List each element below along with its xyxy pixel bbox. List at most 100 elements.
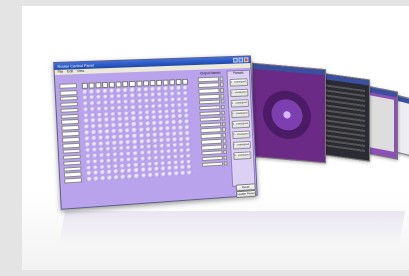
crosspoint-button[interactable]: [172, 148, 179, 154]
crosspoint-button[interactable]: [120, 169, 127, 174]
crosspoint-button[interactable]: [89, 101, 96, 106]
crosspoint-button[interactable]: [91, 135, 98, 141]
crosspoint-button[interactable]: [96, 100, 103, 106]
crosspoint-button[interactable]: [82, 101, 89, 107]
crosspoint-button[interactable]: [182, 91, 189, 96]
crosspoint-button[interactable]: [131, 122, 138, 127]
crosspoint-button[interactable]: [159, 155, 166, 160]
crosspoint-button[interactable]: [89, 95, 96, 100]
crosspoint-button[interactable]: [146, 150, 153, 156]
crosspoint-button[interactable]: [111, 134, 118, 140]
crosspoint-button[interactable]: [184, 125, 191, 130]
crosspoint-button[interactable]: [107, 175, 114, 181]
output-name-field[interactable]: [200, 122, 222, 128]
crosspoint-button[interactable]: [92, 153, 99, 159]
crosspoint-button[interactable]: [160, 166, 167, 172]
crosspoint-button[interactable]: [171, 120, 177, 125]
crosspoint-button[interactable]: [145, 133, 152, 138]
crosspoint-button[interactable]: [157, 115, 164, 120]
crosspoint-button[interactable]: [123, 99, 130, 105]
input-name-field[interactable]: [60, 113, 79, 119]
output-select-button[interactable]: [222, 144, 227, 149]
crosspoint-button[interactable]: [172, 154, 179, 160]
crosspoint-button[interactable]: [118, 140, 125, 146]
crosspoint-button[interactable]: [143, 104, 150, 110]
crosspoint-button[interactable]: [99, 158, 106, 164]
preset-button-1[interactable]: 1 - unassigned -: [229, 78, 248, 87]
crosspoint-button[interactable]: [176, 91, 183, 97]
crosspoint-button[interactable]: [83, 118, 90, 124]
input-name-field[interactable]: [64, 177, 82, 184]
crosspoint-button[interactable]: [179, 165, 186, 171]
output-name-field[interactable]: [199, 110, 221, 117]
crosspoint-button[interactable]: [158, 132, 165, 138]
crosspoint-button[interactable]: [184, 119, 190, 125]
crosspoint-button[interactable]: [144, 121, 151, 127]
preset-button-5[interactable]: 5 - unassigned -: [231, 120, 250, 129]
crosspoint-button[interactable]: [84, 130, 91, 136]
crosspoint-button[interactable]: [171, 125, 178, 131]
crosspoint-button[interactable]: [102, 94, 109, 100]
minimize-icon[interactable]: [233, 57, 238, 63]
crosspoint-button[interactable]: [179, 159, 186, 165]
input-name-field[interactable]: [62, 148, 81, 155]
crosspoint-button[interactable]: [178, 137, 185, 142]
crosspoint-button[interactable]: [140, 167, 147, 173]
crosspoint-button[interactable]: [151, 115, 157, 121]
crosspoint-button[interactable]: [126, 151, 133, 157]
crosspoint-button[interactable]: [119, 157, 126, 163]
crosspoint-button[interactable]: [169, 91, 176, 97]
crosspoint-button[interactable]: [175, 85, 182, 91]
crosspoint-button[interactable]: [163, 92, 169, 97]
crosspoint-button[interactable]: [127, 168, 134, 174]
crosspoint-button[interactable]: [176, 97, 183, 102]
output-name-field[interactable]: [199, 116, 221, 122]
crosspoint-button[interactable]: [164, 120, 171, 126]
input-name-field[interactable]: [63, 166, 82, 172]
crosspoint-button[interactable]: [105, 152, 112, 158]
crosspoint-button[interactable]: [183, 96, 189, 102]
preset-button-6[interactable]: 6 - unassigned -: [232, 130, 251, 140]
crosspoint-button[interactable]: [129, 93, 136, 99]
crosspoint-button[interactable]: [145, 127, 151, 133]
crosspoint-button[interactable]: [186, 170, 193, 176]
input-name-field[interactable]: [61, 131, 80, 137]
crosspoint-button[interactable]: [131, 128, 138, 133]
input-name-field[interactable]: [63, 160, 82, 166]
crosspoint-button[interactable]: [93, 176, 100, 182]
input-name-field[interactable]: [61, 125, 80, 131]
preset-button-3[interactable]: 3 - unassigned -: [230, 99, 249, 108]
crosspoint-button[interactable]: [113, 163, 120, 169]
crosspoint-button[interactable]: [117, 111, 124, 117]
crosspoint-button[interactable]: [112, 152, 119, 158]
crosspoint-button[interactable]: [98, 141, 105, 147]
crosspoint-button[interactable]: [185, 142, 192, 147]
crosspoint-button[interactable]: [159, 149, 166, 155]
crosspoint-button[interactable]: [83, 124, 91, 130]
crosspoint-button[interactable]: [164, 126, 171, 131]
crosspoint-button[interactable]: [150, 104, 157, 109]
crosspoint-button[interactable]: [158, 126, 165, 132]
output-select-button[interactable]: [223, 149, 228, 155]
crosspoint-button[interactable]: [140, 173, 147, 179]
crosspoint-button[interactable]: [185, 136, 191, 142]
crosspoint-button[interactable]: [109, 94, 116, 100]
crosspoint-button[interactable]: [116, 99, 123, 105]
crosspoint-button[interactable]: [90, 124, 97, 130]
crosspoint-button[interactable]: [133, 162, 140, 168]
crosspoint-button[interactable]: [136, 98, 143, 104]
crosspoint-button[interactable]: [177, 125, 184, 131]
crosspoint-button[interactable]: [97, 123, 104, 129]
output-select-button[interactable]: [221, 116, 226, 121]
crosspoint-button[interactable]: [173, 171, 180, 177]
maximize-icon[interactable]: [238, 57, 244, 63]
crosspoint-button[interactable]: [162, 86, 169, 91]
crosspoint-button[interactable]: [106, 158, 113, 164]
crosspoint-button[interactable]: [171, 131, 178, 137]
crosspoint-button[interactable]: [117, 105, 124, 111]
input-name-field[interactable]: [62, 142, 81, 149]
crosspoint-button[interactable]: [177, 108, 183, 114]
crosspoint-button[interactable]: [109, 88, 116, 94]
crosspoint-button[interactable]: [124, 122, 131, 128]
crosspoint-button[interactable]: [100, 176, 107, 182]
